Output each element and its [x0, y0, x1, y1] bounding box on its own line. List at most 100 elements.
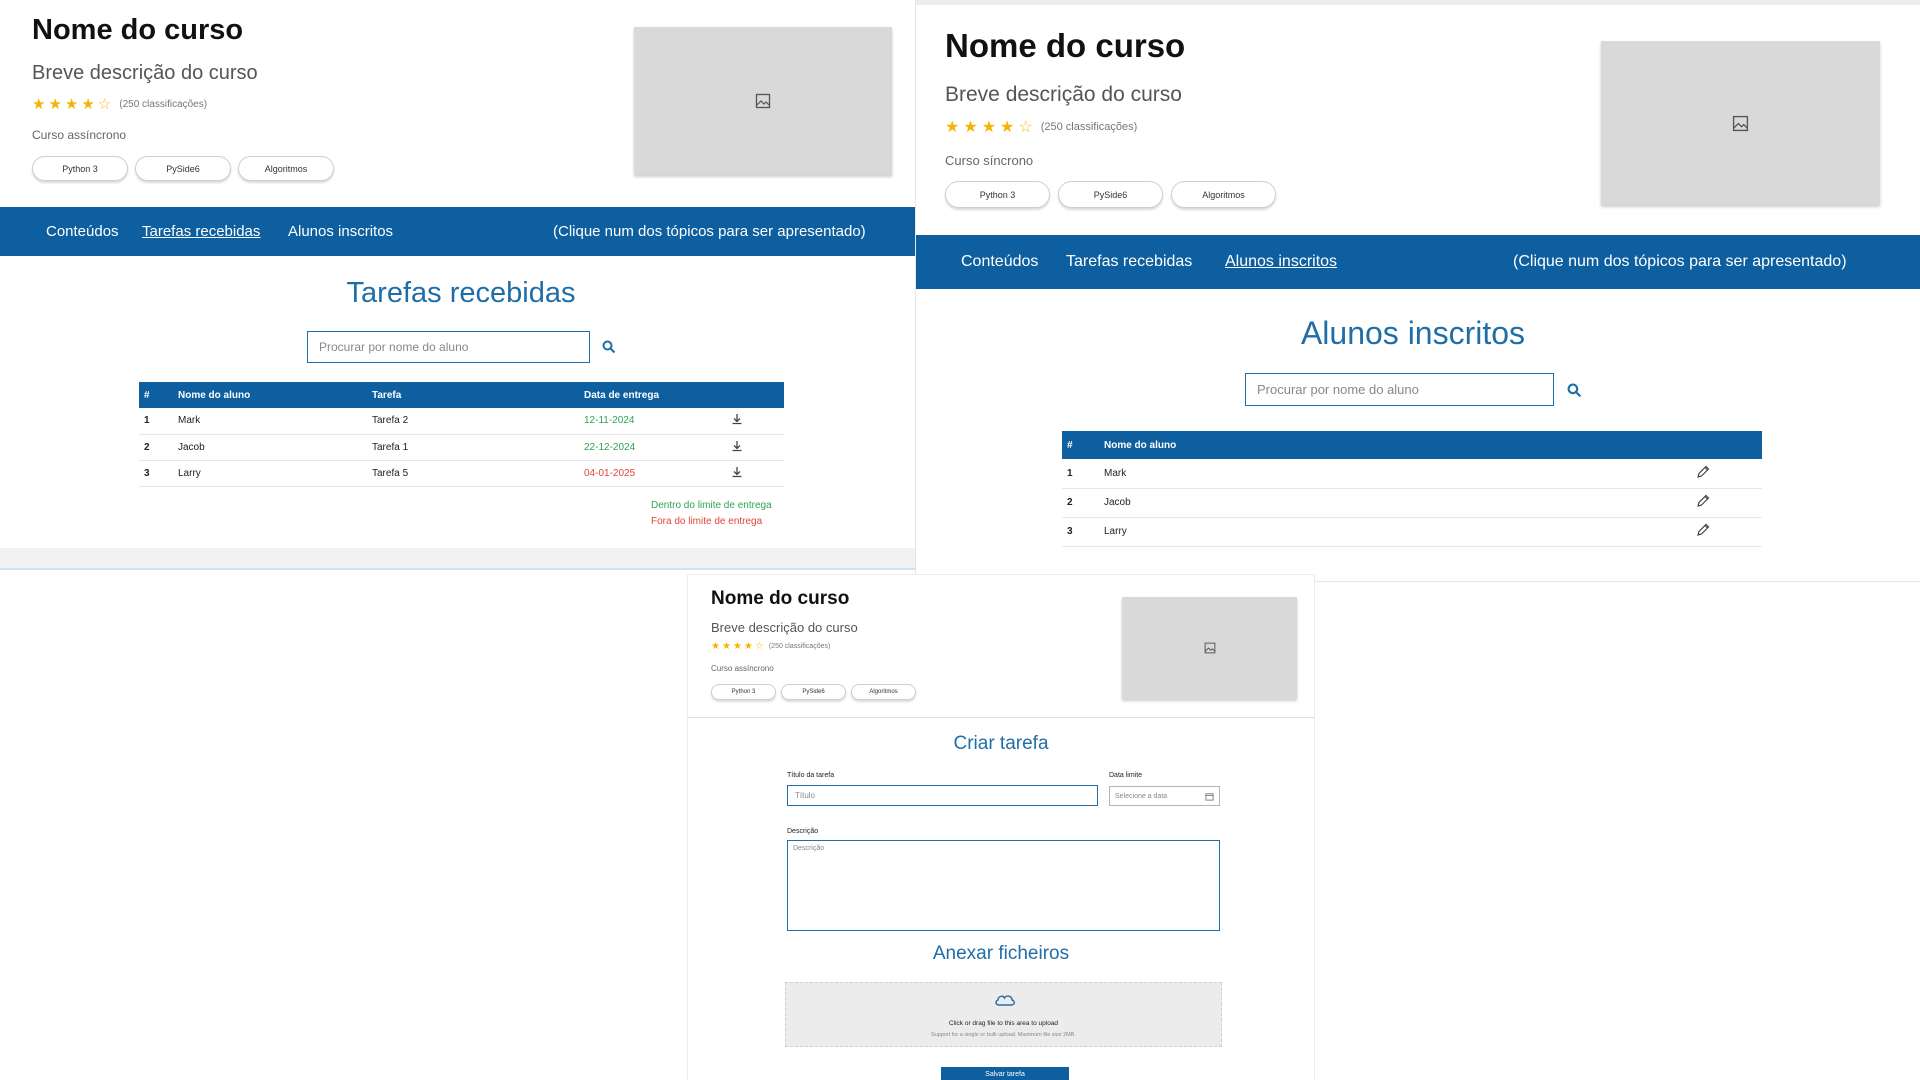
save-task-button[interactable]: Salvar tarefa — [941, 1067, 1069, 1080]
tag-algoritmos[interactable]: Algoritmos — [238, 156, 334, 181]
student-name: Larry — [177, 460, 371, 487]
course-thumbnail — [1122, 597, 1297, 699]
delivery-date: 12-11-2024 — [583, 408, 730, 435]
download-icon[interactable] — [731, 413, 743, 425]
panel-tarefas-recebidas: Nome do curso Breve descrição do curso ★… — [0, 0, 916, 572]
table-row: 2 Jacob — [1062, 488, 1762, 518]
row-num: 2 — [139, 434, 177, 461]
edit-cell — [1695, 488, 1762, 518]
rating-stars: ★ ★ ★ ★ ☆ (250 classificações) — [945, 117, 1137, 137]
star-icon: ★ — [64, 96, 79, 113]
col-header-num: # — [1062, 431, 1103, 459]
tag-python[interactable]: Python 3 — [945, 181, 1050, 208]
image-placeholder-icon — [1204, 642, 1215, 654]
nav-conteudos[interactable]: Conteúdos — [46, 223, 119, 240]
title-label: Título da tarefa — [787, 772, 835, 779]
row-num: 1 — [139, 408, 177, 435]
search-icon[interactable] — [1567, 383, 1582, 398]
download-cell — [730, 434, 784, 461]
star-icon: ★ — [48, 96, 62, 113]
course-title: Nome do curso — [711, 588, 850, 609]
download-icon[interactable] — [731, 466, 743, 478]
course-description: Breve descrição do curso — [945, 83, 1182, 106]
task-name: Tarefa 1 — [371, 434, 583, 461]
panel-criar-tarefa: Nome do curso Breve descrição do curso ★… — [688, 575, 1314, 1080]
due-date-picker[interactable]: Selecione a data — [1109, 786, 1220, 806]
image-placeholder-icon — [1732, 115, 1749, 131]
edit-pencil-icon[interactable] — [1696, 465, 1710, 479]
tag-list: Python 3 PySide6 Algoritmos — [945, 181, 1276, 208]
panel-footer — [0, 548, 916, 570]
tag-algoritmos[interactable]: Algoritmos — [1171, 181, 1276, 208]
nav-alunos-inscritos[interactable]: Alunos inscritos — [288, 223, 393, 240]
star-icon: ★ — [711, 641, 720, 652]
tag-algoritmos[interactable]: Algoritmos — [851, 684, 916, 700]
tag-list: Python 3 PySide6 Algoritmos — [32, 156, 334, 181]
course-type: Curso assíncrono — [32, 128, 127, 142]
student-name: Mark — [177, 408, 371, 435]
nav-alunos-inscritos[interactable]: Alunos inscritos — [1225, 253, 1337, 271]
section-title: Alunos inscritos — [1300, 315, 1526, 351]
table-row: 1 Mark — [1062, 459, 1762, 489]
students-table: # Nome do aluno 1 Mark 2 Jacob 3 Larry — [1062, 431, 1762, 547]
download-cell — [730, 460, 784, 487]
nav-tarefas-recebidas[interactable]: Tarefas recebidas — [1066, 253, 1192, 271]
star-outline-icon: ☆ — [1018, 119, 1033, 136]
row-num: 2 — [1062, 488, 1103, 518]
col-header-student: Nome do aluno — [1103, 431, 1695, 459]
nav-hint: (Clique num dos tópicos para ser apresen… — [553, 223, 866, 240]
upload-text: Click or drag file to this area to uploa… — [948, 1020, 1059, 1027]
download-icon[interactable] — [731, 440, 743, 452]
tag-pyside[interactable]: PySide6 — [1058, 181, 1163, 208]
upload-hint: Support for a single or bulk upload. Max… — [931, 1032, 1076, 1038]
nav-conteudos[interactable]: Conteúdos — [961, 253, 1038, 271]
cloud-upload-icon — [995, 995, 1015, 1006]
legend-on-time: Dentro do limite de entrega — [651, 500, 772, 511]
nav-tarefas-recebidas[interactable]: Tarefas recebidas — [142, 223, 260, 240]
rating-stars: ★ ★ ★ ★ ☆ (250 classificações) — [32, 95, 207, 113]
course-navbar: Conteúdos Tarefas recebidas Alunos inscr… — [0, 207, 916, 256]
search-input[interactable]: Procurar por nome do aluno — [307, 331, 590, 363]
ratings-count: (250 classificações) — [768, 643, 831, 650]
table-row: 1 Mark Tarefa 2 12-11-2024 — [139, 408, 784, 435]
upload-dropzone[interactable]: Click or drag file to this area to uploa… — [785, 982, 1222, 1047]
ratings-count: (250 classificações) — [119, 98, 208, 110]
tag-python[interactable]: Python 3 — [711, 684, 776, 700]
calendar-icon — [1205, 793, 1214, 801]
date-placeholder: Selecione a data — [1115, 792, 1168, 800]
course-description: Breve descrição do curso — [711, 620, 858, 635]
course-title: Nome do curso — [945, 27, 1186, 64]
course-type: Curso síncrono — [945, 153, 1034, 168]
tag-python[interactable]: Python 3 — [32, 156, 128, 181]
student-name: Jacob — [1103, 488, 1695, 518]
star-icon: ★ — [945, 119, 960, 136]
divider — [688, 717, 1314, 718]
tag-pyside[interactable]: PySide6 — [135, 156, 231, 181]
edit-cell — [1695, 459, 1762, 489]
edit-pencil-icon[interactable] — [1696, 523, 1710, 537]
table-row: 3 Larry Tarefa 5 04-01-2025 — [139, 460, 784, 487]
course-type: Curso assíncrono — [711, 664, 774, 673]
attach-title: Anexar ficheiros — [932, 943, 1070, 964]
star-icon: ★ — [743, 641, 753, 652]
section-title: Tarefas recebidas — [346, 277, 576, 309]
course-thumbnail — [1601, 41, 1880, 205]
row-num: 1 — [1062, 459, 1103, 489]
search-input[interactable]: Procurar por nome do aluno — [1245, 373, 1554, 406]
tag-pyside[interactable]: PySide6 — [781, 684, 846, 700]
star-icon: ★ — [721, 641, 731, 652]
description-textarea[interactable]: Descrição — [787, 840, 1220, 931]
student-name: Mark — [1103, 459, 1695, 489]
delivery-date: 04-01-2025 — [583, 460, 730, 487]
edit-pencil-icon[interactable] — [1696, 494, 1710, 508]
search-icon[interactable] — [602, 340, 616, 354]
task-title-input[interactable]: Título — [787, 785, 1098, 806]
delivery-date: 22-12-2024 — [583, 434, 730, 461]
course-description: Breve descrição do curso — [32, 62, 258, 84]
form-title: Criar tarefa — [953, 733, 1049, 754]
course-title: Nome do curso — [32, 14, 244, 46]
star-outline-icon: ☆ — [97, 96, 112, 113]
star-outline-icon: ☆ — [754, 641, 764, 652]
tag-list: Python 3 PySide6 Algoritmos — [711, 684, 916, 700]
student-name: Larry — [1103, 517, 1695, 547]
